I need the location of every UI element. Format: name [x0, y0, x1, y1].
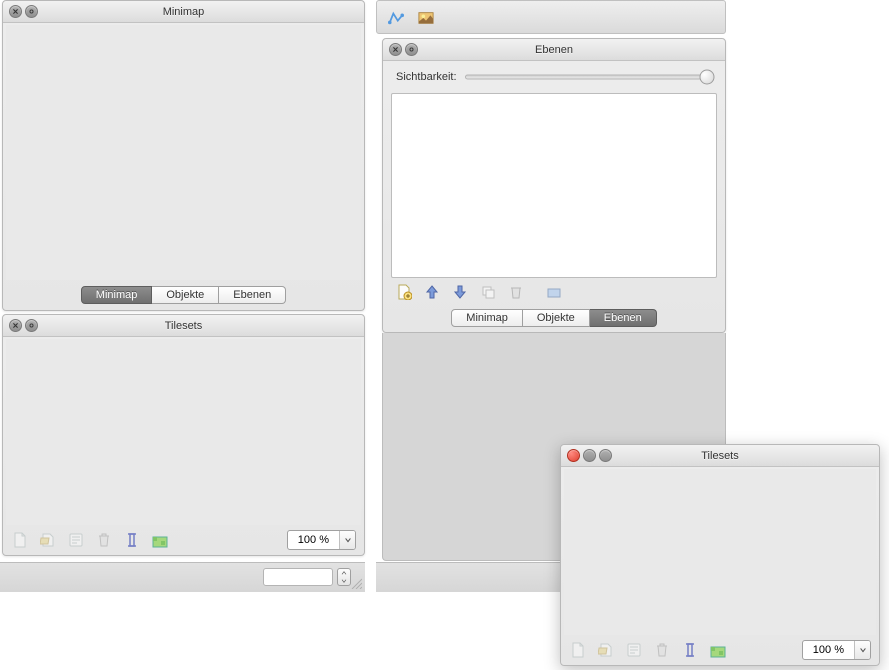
zoom-value: 100 %	[288, 534, 339, 546]
main-toolbar-fragment	[376, 0, 726, 34]
other-layer-icon[interactable]	[545, 283, 563, 301]
delete-layer-icon[interactable]	[507, 283, 525, 301]
close-icon[interactable]	[389, 43, 402, 56]
layer-list[interactable]	[391, 93, 717, 278]
insert-image-tool-icon[interactable]	[417, 9, 435, 27]
tab-minimap[interactable]: Minimap	[81, 286, 153, 304]
tab-objekte[interactable]: Objekte	[523, 309, 590, 327]
close-icon[interactable]	[9, 319, 22, 332]
zoom-combobox[interactable]: 100 %	[287, 530, 356, 550]
resize-grabber-icon[interactable]	[350, 577, 362, 589]
maximize-icon[interactable]	[405, 43, 418, 56]
open-document-icon[interactable]	[39, 531, 57, 549]
chevron-down-icon[interactable]	[339, 531, 355, 549]
maximize-icon[interactable]	[599, 449, 612, 462]
rename-icon[interactable]	[123, 531, 141, 549]
stepper-input[interactable]	[263, 568, 333, 586]
rename-icon[interactable]	[681, 641, 699, 659]
duplicate-layer-icon[interactable]	[479, 283, 497, 301]
ebenen-title: Ebenen	[383, 44, 725, 56]
stepper-down-icon[interactable]	[338, 577, 350, 585]
open-document-icon[interactable]	[597, 641, 615, 659]
ebenen-titlebar[interactable]: Ebenen	[383, 39, 725, 61]
properties-icon[interactable]	[67, 531, 85, 549]
stepper-control[interactable]	[263, 568, 351, 586]
edit-tileset-icon[interactable]	[709, 641, 727, 659]
tilesets-floating-window[interactable]: Tilesets 100 %	[560, 444, 880, 666]
visibility-label: Sichtbarkeit:	[396, 71, 457, 83]
visibility-slider[interactable]	[465, 69, 712, 85]
zoom-value: 100 %	[803, 644, 854, 656]
tilesets-left-panel: Tilesets 100 %	[2, 314, 365, 556]
new-document-icon[interactable]	[569, 641, 587, 659]
tab-ebenen[interactable]: Ebenen	[219, 286, 286, 304]
minimap-title: Minimap	[3, 6, 364, 18]
trash-icon[interactable]	[95, 531, 113, 549]
polyline-tool-icon[interactable]	[387, 9, 405, 27]
tab-objekte[interactable]: Objekte	[152, 286, 219, 304]
close-icon[interactable]	[9, 5, 22, 18]
move-down-icon[interactable]	[451, 283, 469, 301]
chevron-down-icon[interactable]	[854, 641, 870, 659]
visibility-row: Sichtbarkeit:	[386, 63, 722, 91]
tilesets-float-titlebar[interactable]: Tilesets	[561, 445, 879, 467]
tab-minimap[interactable]: Minimap	[451, 309, 523, 327]
minimap-panel: Minimap Minimap Objekte Ebenen	[2, 0, 365, 311]
maximize-icon[interactable]	[25, 319, 38, 332]
minimap-tab-bar: Minimap Objekte Ebenen	[3, 286, 364, 304]
properties-icon[interactable]	[625, 641, 643, 659]
maximize-icon[interactable]	[25, 5, 38, 18]
trash-icon[interactable]	[653, 641, 671, 659]
new-document-icon[interactable]	[11, 531, 29, 549]
tilesets-left-title: Tilesets	[3, 320, 364, 332]
tilesets-left-titlebar[interactable]: Tilesets	[3, 315, 364, 337]
zoom-combobox[interactable]: 100 %	[802, 640, 871, 660]
move-up-icon[interactable]	[423, 283, 441, 301]
stepper-up-icon[interactable]	[338, 569, 350, 577]
layer-toolbar	[387, 280, 721, 304]
slider-thumb-icon[interactable]	[700, 70, 715, 85]
new-layer-icon[interactable]	[395, 283, 413, 301]
ebenen-panel: Ebenen Sichtbarkeit: Minimap Objekte	[382, 38, 726, 333]
edit-tileset-icon[interactable]	[151, 531, 169, 549]
close-icon[interactable]	[567, 449, 580, 462]
tab-ebenen[interactable]: Ebenen	[590, 309, 657, 327]
minimap-titlebar[interactable]: Minimap	[3, 1, 364, 23]
ebenen-tab-bar: Minimap Objekte Ebenen	[383, 309, 725, 327]
left-footer-bar	[0, 562, 365, 592]
minimize-icon[interactable]	[583, 449, 596, 462]
